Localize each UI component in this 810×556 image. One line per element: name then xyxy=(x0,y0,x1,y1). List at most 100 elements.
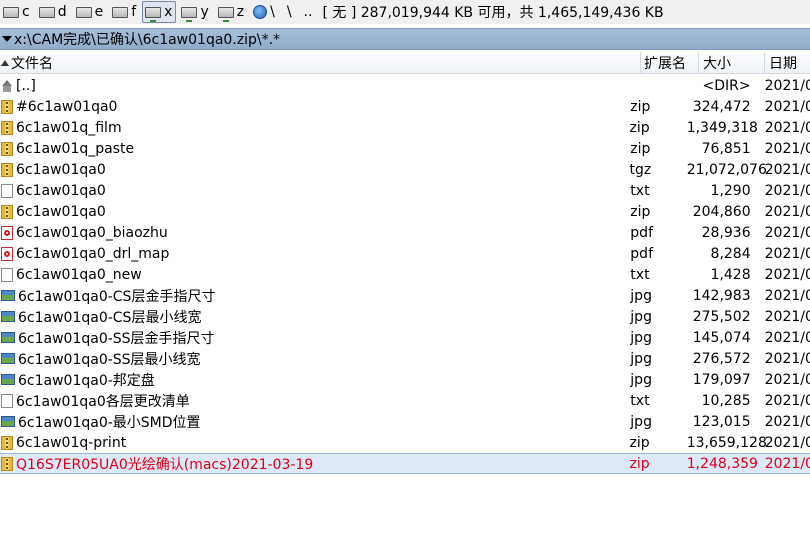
drive-button[interactable]: c xyxy=(0,1,34,23)
history-dropdown-icon[interactable] xyxy=(2,36,12,42)
file-name: 6c1aw01qa0-SS层金手指尺寸 xyxy=(18,330,215,347)
archive-file-icon xyxy=(1,141,13,156)
drive-button[interactable]: x xyxy=(142,1,177,23)
file-name-cell: 6c1aw01qa0-CS层最小线宽 xyxy=(0,307,627,327)
path-bar[interactable]: x:\CAM完成\已确认\6c1aw01qa0.zip\*.* xyxy=(0,28,810,50)
file-list: [..] <DIR> 2021/0 #6c1aw01qa0 zip 324,472 2021… xyxy=(0,75,810,474)
column-date-header[interactable]: 日期 xyxy=(764,51,810,74)
file-date: 2021/0 xyxy=(764,434,810,451)
file-size: 1,248,359 xyxy=(686,455,758,472)
image-file-icon xyxy=(1,374,15,385)
root-button[interactable]: \ xyxy=(287,4,292,20)
column-ext-header[interactable]: 扩展名 xyxy=(640,51,698,74)
drive-letter: c xyxy=(22,4,30,20)
drive-letter: z xyxy=(236,4,245,20)
file-row[interactable]: 6c1aw01qa0各层更改清单 txt 10,285 2021/0 xyxy=(0,390,810,411)
file-date: 2021/0 xyxy=(764,329,810,346)
file-name: 6c1aw01q_film xyxy=(16,119,122,136)
file-row[interactable]: [..] <DIR> 2021/0 xyxy=(0,75,810,96)
drive-letter: f xyxy=(131,4,137,20)
archive-file-icon xyxy=(1,435,13,450)
drive-button[interactable]: f xyxy=(109,1,140,23)
file-name-cell: 6c1aw01qa0-CS层金手指尺寸 xyxy=(0,286,627,306)
file-date: 2021/0 xyxy=(764,308,810,325)
file-size: 179,097 xyxy=(692,371,751,388)
column-header: 文件名 扩展名 大小 日期 xyxy=(0,51,810,74)
network-drive-icon xyxy=(181,6,198,22)
file-size: 275,502 xyxy=(692,308,751,325)
drive-button[interactable]: y xyxy=(178,1,212,23)
file-row[interactable]: 6c1aw01qa0-CS层最小线宽 jpg 275,502 2021/0 xyxy=(0,306,810,327)
file-name-cell: 6c1aw01qa0_biaozhu xyxy=(0,225,627,241)
file-row[interactable]: 6c1aw01qa0-SS层金手指尺寸 jpg 145,074 2021/0 xyxy=(0,327,810,348)
file-name: 6c1aw01qa0_new xyxy=(16,266,142,283)
drive-button[interactable]: d xyxy=(36,1,71,23)
file-name: 6c1aw01qa0_biaozhu xyxy=(16,224,168,241)
image-file-icon xyxy=(1,311,15,322)
column-name-header[interactable]: 文件名 xyxy=(0,52,640,74)
file-size: 10,285 xyxy=(701,392,751,409)
file-name-cell: 6c1aw01qa0_drl_map xyxy=(0,246,627,262)
file-ext: jpg xyxy=(630,308,652,325)
file-row[interactable]: 6c1aw01qa0_biaozhu pdf 28,936 2021/0 xyxy=(0,222,810,243)
file-row[interactable]: Q16S7ER05UA0光绘确认(macs)2021-03-19 zip 1,248… xyxy=(0,453,810,474)
drive-buttons: c d e f x y z \ xyxy=(0,1,281,23)
file-row[interactable]: 6c1aw01q-print zip 13,659,128 2021/0 xyxy=(0,432,810,453)
file-ext: txt xyxy=(630,266,650,283)
file-name-cell: 6c1aw01qa0-SS层金手指尺寸 xyxy=(0,328,627,348)
file-name: Q16S7ER05UA0光绘确认(macs)2021-03-19 xyxy=(16,456,314,473)
drive-letter: \ xyxy=(270,4,275,20)
drive-icon xyxy=(38,6,55,18)
text-file-icon xyxy=(1,393,13,408)
file-row[interactable]: 6c1aw01qa0 txt 1,290 2021/0 xyxy=(0,180,810,201)
drive-button[interactable]: \ xyxy=(250,1,279,23)
file-row[interactable]: 6c1aw01qa0_drl_map pdf 8,284 2021/0 xyxy=(0,243,810,264)
parent-button[interactable]: .. xyxy=(304,4,313,20)
file-size: 13,659,128 xyxy=(686,434,767,451)
drive-button[interactable]: z xyxy=(215,1,248,23)
file-name-cell: 6c1aw01qa0-邦定盘 xyxy=(0,370,627,390)
file-ext: jpg xyxy=(630,350,652,367)
file-row[interactable]: 6c1aw01qa0 zip 204,860 2021/0 xyxy=(0,201,810,222)
file-row[interactable]: 6c1aw01qa0_new txt 1,428 2021/0 xyxy=(0,264,810,285)
file-row[interactable]: 6c1aw01qa0-SS层最小线宽 jpg 276,572 2021/0 xyxy=(0,348,810,369)
network-drive-icon xyxy=(217,6,234,22)
file-row[interactable]: 6c1aw01qa0-CS层金手指尺寸 jpg 142,983 2021/0 xyxy=(0,285,810,306)
column-size-label: 大小 xyxy=(703,55,731,72)
file-name-cell: 6c1aw01qa0_new xyxy=(0,267,627,283)
pdf-file-icon xyxy=(1,225,13,240)
drive-letter: y xyxy=(200,4,209,20)
file-name-cell: 6c1aw01qa0各层更改清单 xyxy=(0,391,627,411)
file-name: 6c1aw01q_paste xyxy=(16,140,135,157)
file-row[interactable]: #6c1aw01qa0 zip 324,472 2021/0 xyxy=(0,96,810,117)
file-row[interactable]: 6c1aw01q_film zip 1,349,318 2021/0 xyxy=(0,117,810,138)
file-date: 2021/0 xyxy=(764,119,810,136)
file-size: 1,290 xyxy=(710,182,751,199)
file-name: 6c1aw01qa0 xyxy=(16,161,106,178)
file-ext: jpg xyxy=(630,329,652,346)
file-name: 6c1aw01qa0各层更改清单 xyxy=(16,393,190,410)
archive-file-icon xyxy=(1,204,13,219)
file-name: [..] xyxy=(16,77,36,94)
file-ext: zip xyxy=(630,203,651,220)
file-size: 204,860 xyxy=(692,203,751,220)
file-ext: txt xyxy=(630,392,650,409)
file-date: 2021/0 xyxy=(764,77,810,94)
file-date: 2021/0 xyxy=(764,266,810,283)
file-row[interactable]: 6c1aw01qa0-邦定盘 jpg 179,097 2021/0 xyxy=(0,369,810,390)
file-name-cell: [..] xyxy=(0,78,627,94)
file-date: 2021/0 xyxy=(764,203,810,220)
file-row[interactable]: 6c1aw01q_paste zip 76,851 2021/0 xyxy=(0,138,810,159)
file-date: 2021/0 xyxy=(764,350,810,367)
text-file-icon xyxy=(1,183,13,198)
drive-button[interactable]: e xyxy=(73,1,108,23)
file-row[interactable]: 6c1aw01qa0 tgz 21,072,076 2021/0 xyxy=(0,159,810,180)
file-name-cell: Q16S7ER05UA0光绘确认(macs)2021-03-19 xyxy=(0,454,627,474)
text-file-icon xyxy=(1,267,13,282)
free-space-info: [ 无 ] 287,019,944 KB 可用，共 1,465,149,436 … xyxy=(322,5,664,21)
archive-file-icon xyxy=(1,162,13,177)
drive-bar: c d e f x y z \ \ .. [ 无 ] 287,019,944 KB 可用，共 … xyxy=(0,0,810,24)
file-row[interactable]: 6c1aw01qa0-最小SMD位置 jpg 123,015 2021/0 xyxy=(0,411,810,432)
file-name: 6c1aw01qa0-最小SMD位置 xyxy=(18,414,201,431)
column-size-header[interactable]: 大小 xyxy=(698,51,764,74)
